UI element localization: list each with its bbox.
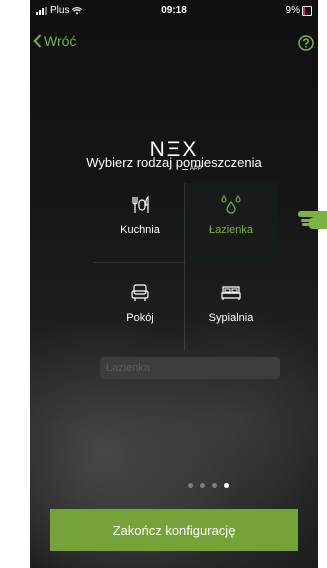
room-tile-bathroom[interactable]: Łazienka: [185, 183, 277, 263]
clock: 09:18: [161, 5, 187, 16]
room-tile-kitchen[interactable]: Kuchnia: [94, 183, 186, 263]
status-bar: Plus 09:18 9%: [30, 0, 318, 20]
room-label: Pokój: [126, 312, 154, 324]
page-dot[interactable]: [188, 483, 193, 488]
back-label: Wróć: [44, 33, 77, 49]
page-dot-active[interactable]: [224, 483, 229, 488]
bed-icon: [221, 286, 241, 300]
water-drops-icon: [221, 195, 241, 214]
pointing-hand-icon: [298, 211, 327, 229]
battery-icon: [302, 5, 312, 16]
utensils-icon: [132, 195, 149, 213]
phone-screen: Plus 09:18 9% Wróć NΞX APP Wybierz rodza…: [30, 0, 318, 568]
page-dot[interactable]: [200, 483, 205, 488]
armchair-icon: [131, 284, 149, 301]
page-dot[interactable]: [212, 483, 217, 488]
battery-percent: 9%: [285, 5, 300, 16]
back-button[interactable]: Wróć: [33, 33, 76, 49]
room-label: Sypialnia: [208, 312, 254, 324]
room-tile-bedroom[interactable]: Sypialnia: [185, 273, 277, 353]
page-title: Wybierz rodzaj pomieszczenia: [86, 155, 262, 170]
battery-info: 9%: [286, 5, 312, 16]
finish-setup-button[interactable]: Zakończ konfigurację: [50, 509, 298, 551]
room-name-input[interactable]: [100, 357, 280, 379]
room-label: Łazienka: [208, 224, 254, 236]
room-tile-room[interactable]: Pokój: [94, 273, 186, 353]
chevron-left-icon: [33, 34, 42, 48]
help-icon[interactable]: [298, 35, 314, 51]
page-indicator: [188, 483, 229, 488]
room-label: Kuchnia: [120, 224, 160, 236]
